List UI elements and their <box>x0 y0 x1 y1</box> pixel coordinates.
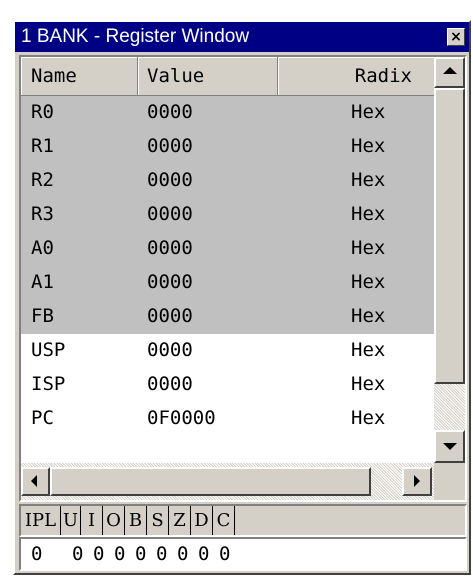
vertical-scroll-thumb[interactable] <box>434 88 465 384</box>
register-name: R0 <box>31 101 54 123</box>
register-name: A0 <box>31 237 54 259</box>
scroll-left-button[interactable] <box>21 467 50 496</box>
flag-value-z[interactable]: 0 <box>177 543 188 565</box>
arrow-right-icon <box>414 475 420 487</box>
register-value[interactable]: 0000 <box>147 305 193 327</box>
register-value[interactable]: 0000 <box>147 237 193 259</box>
scrollbar-corner <box>434 463 465 500</box>
register-value[interactable]: 0000 <box>147 101 193 123</box>
register-name: USP <box>31 339 66 361</box>
horizontal-scrollbar[interactable] <box>21 463 434 500</box>
flag-value-s[interactable]: 0 <box>156 543 167 565</box>
column-header-name[interactable]: Name <box>21 57 138 95</box>
register-row[interactable]: R2 0000 Hex <box>21 164 434 198</box>
vertical-scrollbar[interactable] <box>434 57 465 463</box>
arrow-left-icon <box>31 475 37 487</box>
register-row[interactable]: A1 0000 Hex <box>21 266 434 300</box>
register-name: ISP <box>31 373 66 395</box>
title-bar[interactable]: 1 BANK - Register Window × <box>15 22 469 52</box>
flag-label-z: Z <box>169 506 191 535</box>
arrow-up-icon <box>443 67 457 74</box>
register-name: R2 <box>31 169 54 191</box>
register-row[interactable]: A0 0000 Hex <box>21 232 434 266</box>
close-button[interactable]: × <box>447 28 465 46</box>
register-radix[interactable]: Hex <box>351 373 385 395</box>
register-name: R3 <box>31 203 54 225</box>
flag-header-bar: IPL U I O B S Z D C <box>19 504 467 537</box>
register-row[interactable]: R3 0000 Hex <box>21 198 434 232</box>
flag-value-d[interactable]: 0 <box>198 543 209 565</box>
arrow-down-icon <box>443 443 457 450</box>
column-header-value[interactable]: Value <box>138 57 278 95</box>
flag-label-s: S <box>147 506 169 535</box>
register-radix[interactable]: Hex <box>351 169 385 191</box>
flag-value-i[interactable]: 0 <box>93 543 104 565</box>
register-value[interactable]: 0000 <box>147 203 193 225</box>
flag-value-c[interactable]: 0 <box>219 543 230 565</box>
register-window: 1 BANK - Register Window × Name Value Ra… <box>13 20 471 575</box>
register-row[interactable]: R0 0000 Hex <box>21 96 434 130</box>
register-radix[interactable]: Hex <box>351 271 385 293</box>
flag-value-bar[interactable]: 0 0 0 0 0 0 0 0 0 <box>19 537 467 571</box>
register-radix[interactable]: Hex <box>351 101 385 123</box>
register-grid: Name Value Radix R0 0000 Hex R1 0000 Hex R2 000… <box>19 55 467 502</box>
flag-value-u[interactable]: 0 <box>72 543 83 565</box>
flag-label-d: D <box>191 506 213 535</box>
register-radix[interactable]: Hex <box>351 203 385 225</box>
register-value[interactable]: 0000 <box>147 373 193 395</box>
flag-value-o[interactable]: 0 <box>114 543 125 565</box>
flag-label-o: O <box>103 506 125 535</box>
flag-label-c: C <box>213 506 235 535</box>
window-title: 1 BANK - Register Window <box>21 26 250 47</box>
close-icon: × <box>450 29 462 45</box>
horizontal-scroll-thumb[interactable] <box>50 467 371 496</box>
scroll-up-button[interactable] <box>434 57 465 88</box>
register-value[interactable]: 0000 <box>147 135 193 157</box>
register-radix[interactable]: Hex <box>351 237 385 259</box>
register-row[interactable]: R1 0000 Hex <box>21 130 434 164</box>
flag-value-ipl[interactable]: 0 <box>31 543 42 565</box>
register-value[interactable]: 0F0000 <box>147 407 216 429</box>
register-radix[interactable]: Hex <box>351 339 385 361</box>
register-name: A1 <box>31 271 54 293</box>
flag-label-b: B <box>125 506 147 535</box>
register-row[interactable]: FB 0000 Hex <box>21 300 434 334</box>
flag-label-i: I <box>81 506 103 535</box>
register-radix[interactable]: Hex <box>351 305 385 327</box>
register-row[interactable]: USP 0000 Hex <box>21 334 434 368</box>
column-header-radix[interactable]: Radix <box>278 57 434 95</box>
register-radix[interactable]: Hex <box>351 135 385 157</box>
register-value[interactable]: 0000 <box>147 169 193 191</box>
register-value[interactable]: 0000 <box>147 271 193 293</box>
register-row[interactable]: PC 0F0000 Hex <box>21 402 434 436</box>
scroll-down-button[interactable] <box>434 430 465 463</box>
scroll-right-button[interactable] <box>402 467 432 496</box>
register-radix[interactable]: Hex <box>351 407 385 429</box>
register-value[interactable]: 0000 <box>147 339 193 361</box>
flag-label-ipl: IPL <box>21 506 61 535</box>
register-name: FB <box>31 305 54 327</box>
flag-label-u: U <box>61 506 81 535</box>
register-row[interactable]: ISP 0000 Hex <box>21 368 434 402</box>
register-rows: R0 0000 Hex R1 0000 Hex R2 0000 Hex R3 0000 Hex A0 00… <box>21 96 434 436</box>
column-header-row: Name Value Radix <box>21 57 434 96</box>
register-name: PC <box>31 407 54 429</box>
register-name: R1 <box>31 135 54 157</box>
flag-value-b[interactable]: 0 <box>135 543 146 565</box>
